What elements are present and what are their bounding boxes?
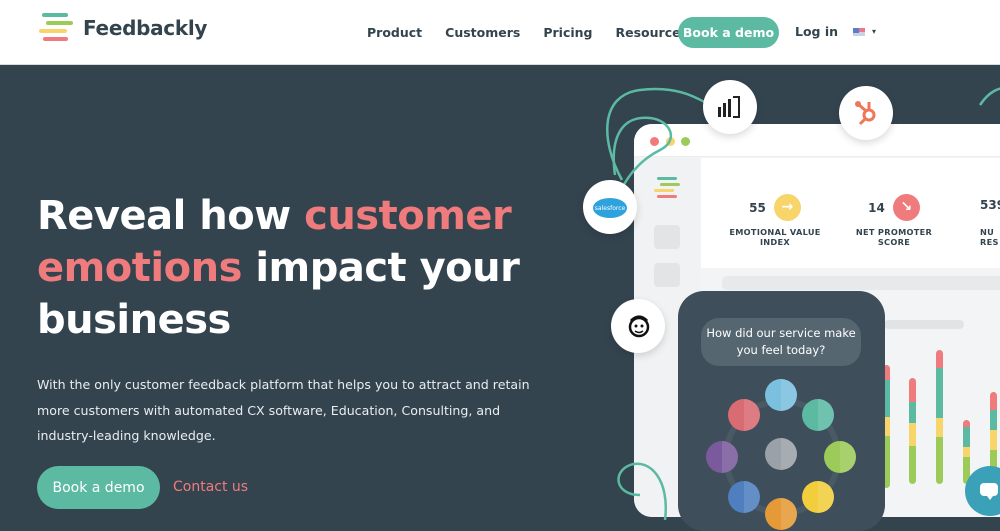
salesforce-label: salesforce — [595, 205, 626, 212]
face-neutral-icon[interactable] — [765, 438, 797, 470]
connector-line — [617, 462, 668, 520]
hubspot-badge — [839, 86, 893, 140]
mailchimp-icon — [628, 315, 650, 338]
power-bi-badge — [703, 80, 757, 134]
power-bi-icon — [718, 96, 740, 118]
face-delighted-icon[interactable] — [765, 379, 797, 411]
survey-question: How did our service make you feel today? — [701, 318, 861, 366]
salesforce-badge: salesforce — [583, 180, 637, 234]
hubspot-icon — [855, 101, 876, 126]
face-sad-icon[interactable] — [728, 481, 760, 513]
face-angry-icon[interactable] — [728, 399, 760, 431]
face-happy-icon[interactable] — [802, 399, 834, 431]
face-scared-icon[interactable] — [765, 498, 797, 530]
face-disgusted-icon[interactable] — [706, 441, 738, 473]
face-content-icon[interactable] — [824, 441, 856, 473]
connector-line — [978, 87, 1000, 106]
face-surprised-icon[interactable] — [802, 481, 834, 513]
chat-bubble-icon — [980, 483, 998, 500]
salesforce-icon: salesforce — [593, 198, 627, 218]
connector-line — [606, 87, 711, 181]
survey-phone-mockup: How did our service make you feel today? — [678, 291, 885, 531]
mailchimp-badge — [611, 299, 665, 353]
